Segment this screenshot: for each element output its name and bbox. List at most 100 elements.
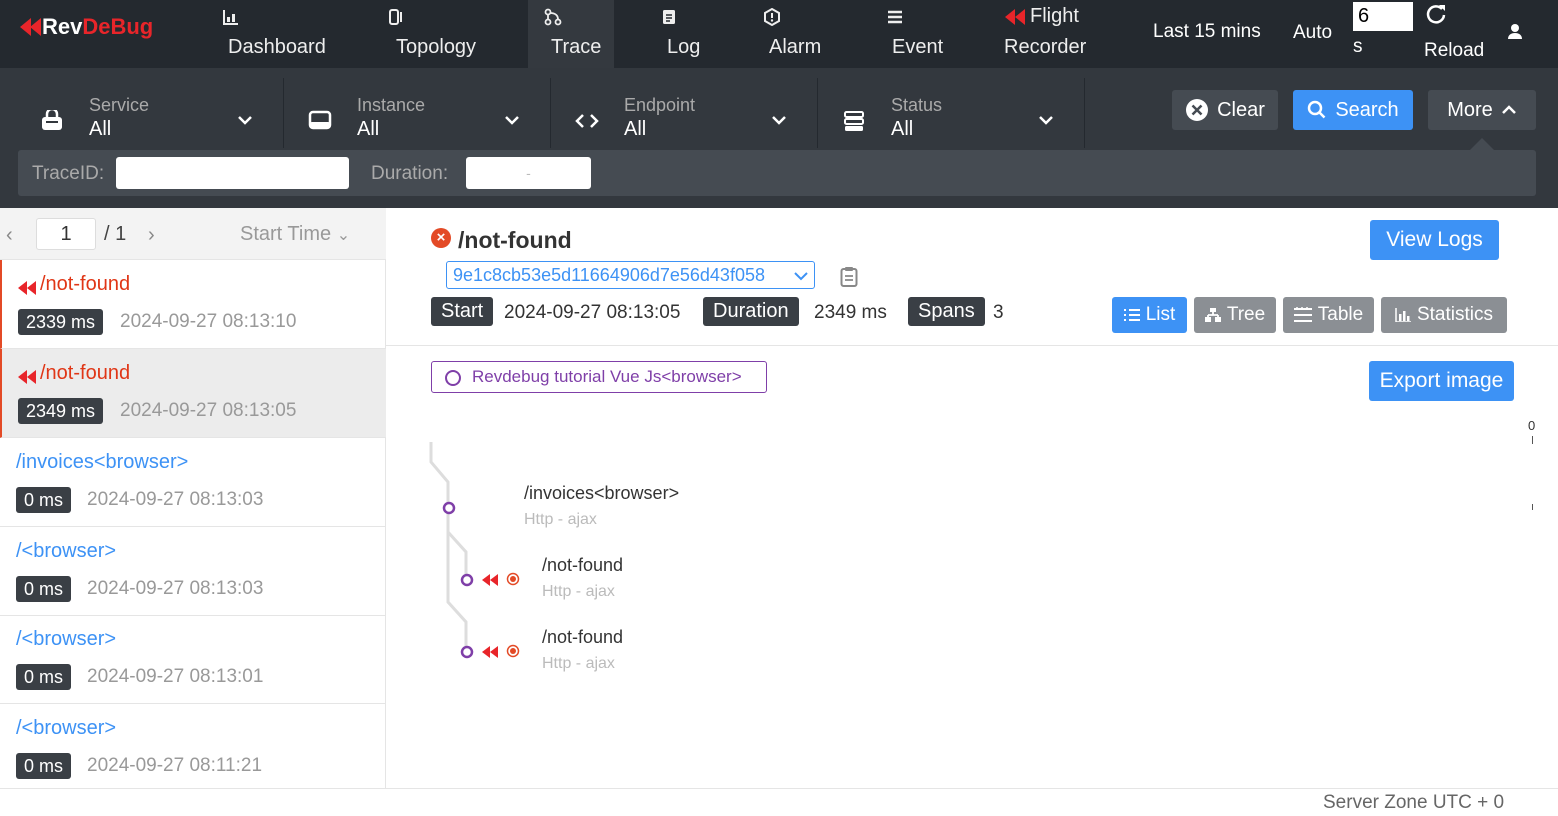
time-range-selector[interactable]: Last 15 mins <box>1153 21 1261 43</box>
server-zone-label: Server Zone UTC + 0 <box>1323 792 1505 813</box>
trace-list-item[interactable]: /<browser> 0 ms 2024-09-27 08:13:03 <box>0 527 386 616</box>
top-navigation-bar: Rev DeBug Dashboard Topology Trace Log Al… <box>0 0 1558 68</box>
sort-select[interactable]: Start Time ⌄ <box>240 223 350 246</box>
tree-icon <box>1204 308 1221 322</box>
service-filter[interactable]: Service All <box>0 78 284 148</box>
trace-start-time: 2024-09-27 08:13:10 <box>120 311 297 332</box>
tree-view-button[interactable]: Tree <box>1194 297 1276 333</box>
status-footer: Server Zone UTC + 0 <box>0 788 1558 816</box>
reload-label[interactable]: Reload <box>1424 40 1484 62</box>
more-filters-button[interactable]: More <box>1428 90 1536 130</box>
duration-range-input[interactable]: - <box>466 157 591 189</box>
table-view-button[interactable]: Table <box>1283 297 1374 333</box>
service-icon <box>42 110 62 130</box>
clear-button[interactable]: Clear <box>1172 90 1278 130</box>
instance-filter[interactable]: Instance All <box>284 78 551 148</box>
flight-recorder-icon <box>1005 9 1025 25</box>
instance-filter-value: All <box>357 118 380 140</box>
auto-refresh-interval-input[interactable]: 6 <box>1353 2 1413 31</box>
status-filter-value: All <box>891 118 914 140</box>
trace-id-select[interactable]: 9e1c8cb53e5d11664906d7e56d43f058 <box>446 261 815 289</box>
status-filter[interactable]: Status All <box>818 78 1085 148</box>
trace-detail-title: /not-found <box>458 227 572 253</box>
traceid-input[interactable] <box>116 157 349 189</box>
service-legend-label: Revdebug tutorial Vue Js<browser> <box>472 367 742 386</box>
timeline-axis-zero: 0 <box>1528 418 1536 433</box>
nav-event-label: Event <box>892 36 944 58</box>
span-name[interactable]: /not-found <box>542 555 623 576</box>
timeline-axis-tick <box>1532 504 1533 510</box>
chevron-down-icon <box>505 116 519 125</box>
revdebug-logo-icon <box>20 18 41 36</box>
reload-icon[interactable] <box>1425 3 1447 25</box>
nav-log[interactable]: Log <box>654 0 724 68</box>
status-filter-title: Status <box>891 95 943 115</box>
revdebug-logo[interactable]: Rev DeBug <box>20 14 153 40</box>
nav-event[interactable]: Event <box>878 0 958 68</box>
list-view-button[interactable]: List <box>1112 297 1187 333</box>
endpoint-filter-value: All <box>624 118 647 140</box>
more-panel-arrow <box>1470 138 1494 150</box>
previous-page-icon[interactable]: ‹ <box>6 224 13 247</box>
nav-alarm-label: Alarm <box>769 36 822 58</box>
view-logs-button[interactable]: View Logs <box>1370 220 1499 260</box>
next-page-icon[interactable]: › <box>148 224 155 247</box>
spans-value: 3 <box>993 302 1004 323</box>
endpoint-filter[interactable]: Endpoint All <box>551 78 818 148</box>
code-icon <box>575 114 599 128</box>
trace-endpoint-name: /not-found <box>40 362 131 384</box>
tree-view-label: Tree <box>1226 304 1266 325</box>
nav-flight-label-line2: Recorder <box>1004 36 1087 58</box>
status-icon <box>844 111 864 131</box>
span-name[interactable]: /invoices<browser> <box>524 483 679 504</box>
statistics-view-button[interactable]: Statistics <box>1381 297 1507 333</box>
user-icon[interactable] <box>1505 22 1525 42</box>
instance-icon <box>308 110 332 130</box>
nav-topology[interactable]: Topology <box>382 0 502 68</box>
trace-list-item[interactable]: /invoices<browser> 0 ms 2024-09-27 08:13… <box>0 438 386 527</box>
start-value: 2024-09-27 08:13:05 <box>504 302 681 323</box>
trace-list-panel: ‹ 1 / 1 › Start Time ⌄ /not-found 2339 m… <box>0 208 386 788</box>
trace-duration-badge: 0 ms <box>16 576 72 602</box>
chevron-down-icon <box>772 116 786 125</box>
nav-alarm[interactable]: Alarm <box>758 0 838 68</box>
logo-text-rev: Rev <box>42 14 83 39</box>
trace-list-item[interactable]: /not-found 2339 ms 2024-09-27 08:13:10 <box>0 260 386 349</box>
span-node-icon[interactable] <box>460 645 474 659</box>
span-node-icon[interactable] <box>442 501 456 515</box>
duration-tag: Duration <box>703 297 799 326</box>
trace-endpoint-name: /invoices<browser> <box>16 451 189 473</box>
copy-clipboard-icon[interactable] <box>840 266 858 288</box>
chevron-down-icon: ⌄ <box>336 227 351 244</box>
dashboard-icon <box>223 10 238 25</box>
trace-list-item[interactable]: /<browser> 0 ms 2024-09-27 08:11:21 <box>0 704 386 793</box>
span-name[interactable]: /not-found <box>542 627 623 648</box>
alarm-icon <box>764 8 780 26</box>
nav-dashboard[interactable]: Dashboard <box>212 0 342 68</box>
trace-list-pager: ‹ 1 / 1 › Start Time ⌄ <box>0 208 386 260</box>
nav-topology-label: Topology <box>396 36 477 58</box>
trace-list-item[interactable]: /<browser> 0 ms 2024-09-27 08:13:01 <box>0 615 386 704</box>
instance-filter-title: Instance <box>357 95 426 115</box>
topology-icon <box>389 9 402 25</box>
trace-start-time: 2024-09-27 08:13:03 <box>87 489 264 510</box>
nav-flight-recorder[interactable]: Flight Recorder <box>996 0 1096 68</box>
span-type: Http - ajax <box>542 583 615 600</box>
trace-list-item-selected[interactable]: /not-found 2349 ms 2024-09-27 08:13:05 <box>0 349 386 438</box>
traceid-label: TraceID: <box>32 163 105 184</box>
error-status-icon: × <box>431 228 451 248</box>
nav-trace[interactable]: Trace <box>528 0 614 68</box>
error-target-icon <box>506 644 520 658</box>
span-node-icon[interactable] <box>460 573 474 587</box>
revdebug-error-icon <box>482 646 498 658</box>
trace-duration-badge: 0 ms <box>16 664 72 690</box>
list-icon <box>1123 309 1140 321</box>
search-button[interactable]: Search <box>1293 90 1413 130</box>
page-number-input[interactable]: 1 <box>36 218 96 250</box>
trace-start-time: 2024-09-27 08:11:21 <box>87 755 263 776</box>
duration-label: Duration: <box>371 163 449 184</box>
export-image-button[interactable]: Export image <box>1369 361 1514 401</box>
bar-chart-icon <box>1395 308 1411 322</box>
duration-value: 2349 ms <box>814 302 887 323</box>
span-type: Http - ajax <box>542 655 615 672</box>
